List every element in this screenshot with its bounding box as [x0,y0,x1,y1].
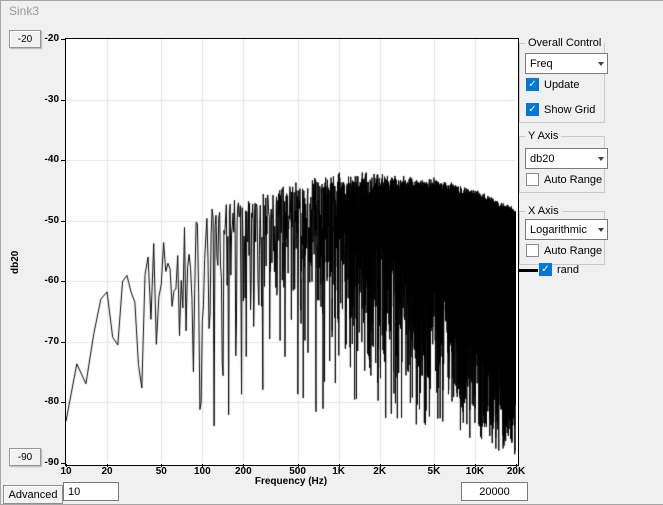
y-tick-mark [61,281,65,282]
x-tick-mark [243,464,244,467]
y-tick-mark [61,160,65,161]
update-checkbox[interactable]: Update [526,78,579,91]
x-tick-label: 10 [60,466,71,477]
x-tick-mark [161,464,162,467]
window-title: Sink3 [9,4,39,18]
freq-select-value: Freq [530,58,553,70]
y-tick-label: -50 [25,215,59,226]
y-tick-mark [61,100,65,101]
x-tick-label: 1K [332,466,345,477]
x-axis-group-label: X Axis [525,205,562,217]
x-scale-select[interactable]: Logarithmic [525,219,608,240]
chevron-down-icon [598,157,604,161]
y-scale-select[interactable]: db20 [525,148,608,169]
chevron-down-icon [598,228,604,232]
x-tick-label: 200 [235,466,252,477]
show-grid-checkbox-label: Show Grid [544,104,595,116]
y-tick-label: -80 [25,396,59,407]
y-axis-group-label: Y Axis [525,130,561,142]
x-auto-range-checkbox[interactable]: Auto Range [526,244,602,257]
overall-control-group-label: Overall Control [525,37,604,49]
advanced-button[interactable]: Advanced [3,485,63,504]
x-min-input[interactable]: 10 [63,482,119,501]
y-tick-label: -70 [25,336,59,347]
x-tick-mark [516,464,517,467]
x-tick-mark [107,464,108,467]
freq-select[interactable]: Freq [525,53,608,74]
x-auto-range-checkbox-icon [526,244,539,257]
show-grid-checkbox-icon [526,103,539,116]
y-tick-label: -60 [25,275,59,286]
rand-series-checkbox-icon [539,263,552,276]
update-checkbox-label: Update [544,79,579,91]
x-tick-mark [434,464,435,467]
advanced-button-label: Advanced [9,489,58,501]
x-tick-mark [339,464,340,467]
y-tick-mark [61,402,65,403]
x-tick-mark [202,464,203,467]
x-tick-label: 20 [101,466,112,477]
y-tick-label: -30 [25,94,59,105]
x-tick-label: 5K [428,466,441,477]
show-grid-checkbox[interactable]: Show Grid [526,103,595,116]
update-checkbox-icon [526,78,539,91]
x-axis-group: X Axis Logarithmic Auto Range [519,211,605,265]
sink3-window: Sink3 -20 -90 db20 Frequency (Hz) 10 200… [0,0,663,505]
x-auto-range-checkbox-label: Auto Range [544,245,602,257]
y-tick-mark [61,221,65,222]
x-tick-label: 50 [156,466,167,477]
chevron-down-icon [598,62,604,66]
y-tick-mark [61,39,65,40]
y-tick-label: -40 [25,154,59,165]
x-max-value: 20000 [479,486,510,498]
y-scale-select-value: db20 [530,153,554,165]
y-auto-range-checkbox-label: Auto Range [544,174,602,186]
x-tick-label: 500 [289,466,306,477]
spectrum-plot-canvas [66,39,516,463]
x-tick-label: 2K [373,466,386,477]
legend-line-sample [518,269,538,272]
x-min-value: 10 [68,486,80,498]
x-axis-label: Frequency (Hz) [65,476,517,487]
plot-area [65,38,519,466]
x-tick-mark [475,464,476,467]
y-axis-group: Y Axis db20 Auto Range [519,136,605,193]
y-tick-label: -20 [25,33,59,44]
x-tick-mark [298,464,299,467]
rand-series-checkbox[interactable]: rand [539,263,579,276]
x-tick-mark [66,464,67,467]
x-scale-select-value: Logarithmic [530,224,587,236]
y-auto-range-checkbox[interactable]: Auto Range [526,173,602,186]
x-tick-label: 10K [466,466,484,477]
x-tick-mark [380,464,381,467]
x-tick-label: 20K [507,466,525,477]
y-tick-mark [61,342,65,343]
x-max-input[interactable]: 20000 [461,482,528,501]
x-tick-label: 100 [194,466,211,477]
overall-control-group: Overall Control Freq Update Show Grid [519,43,605,123]
y-axis-label: db20 [10,227,21,297]
rand-series-label: rand [557,264,579,276]
y-auto-range-checkbox-icon [526,173,539,186]
y-tick-label: -90 [25,457,59,468]
titlebar[interactable]: Sink3 [1,1,663,21]
y-tick-mark [61,463,65,464]
